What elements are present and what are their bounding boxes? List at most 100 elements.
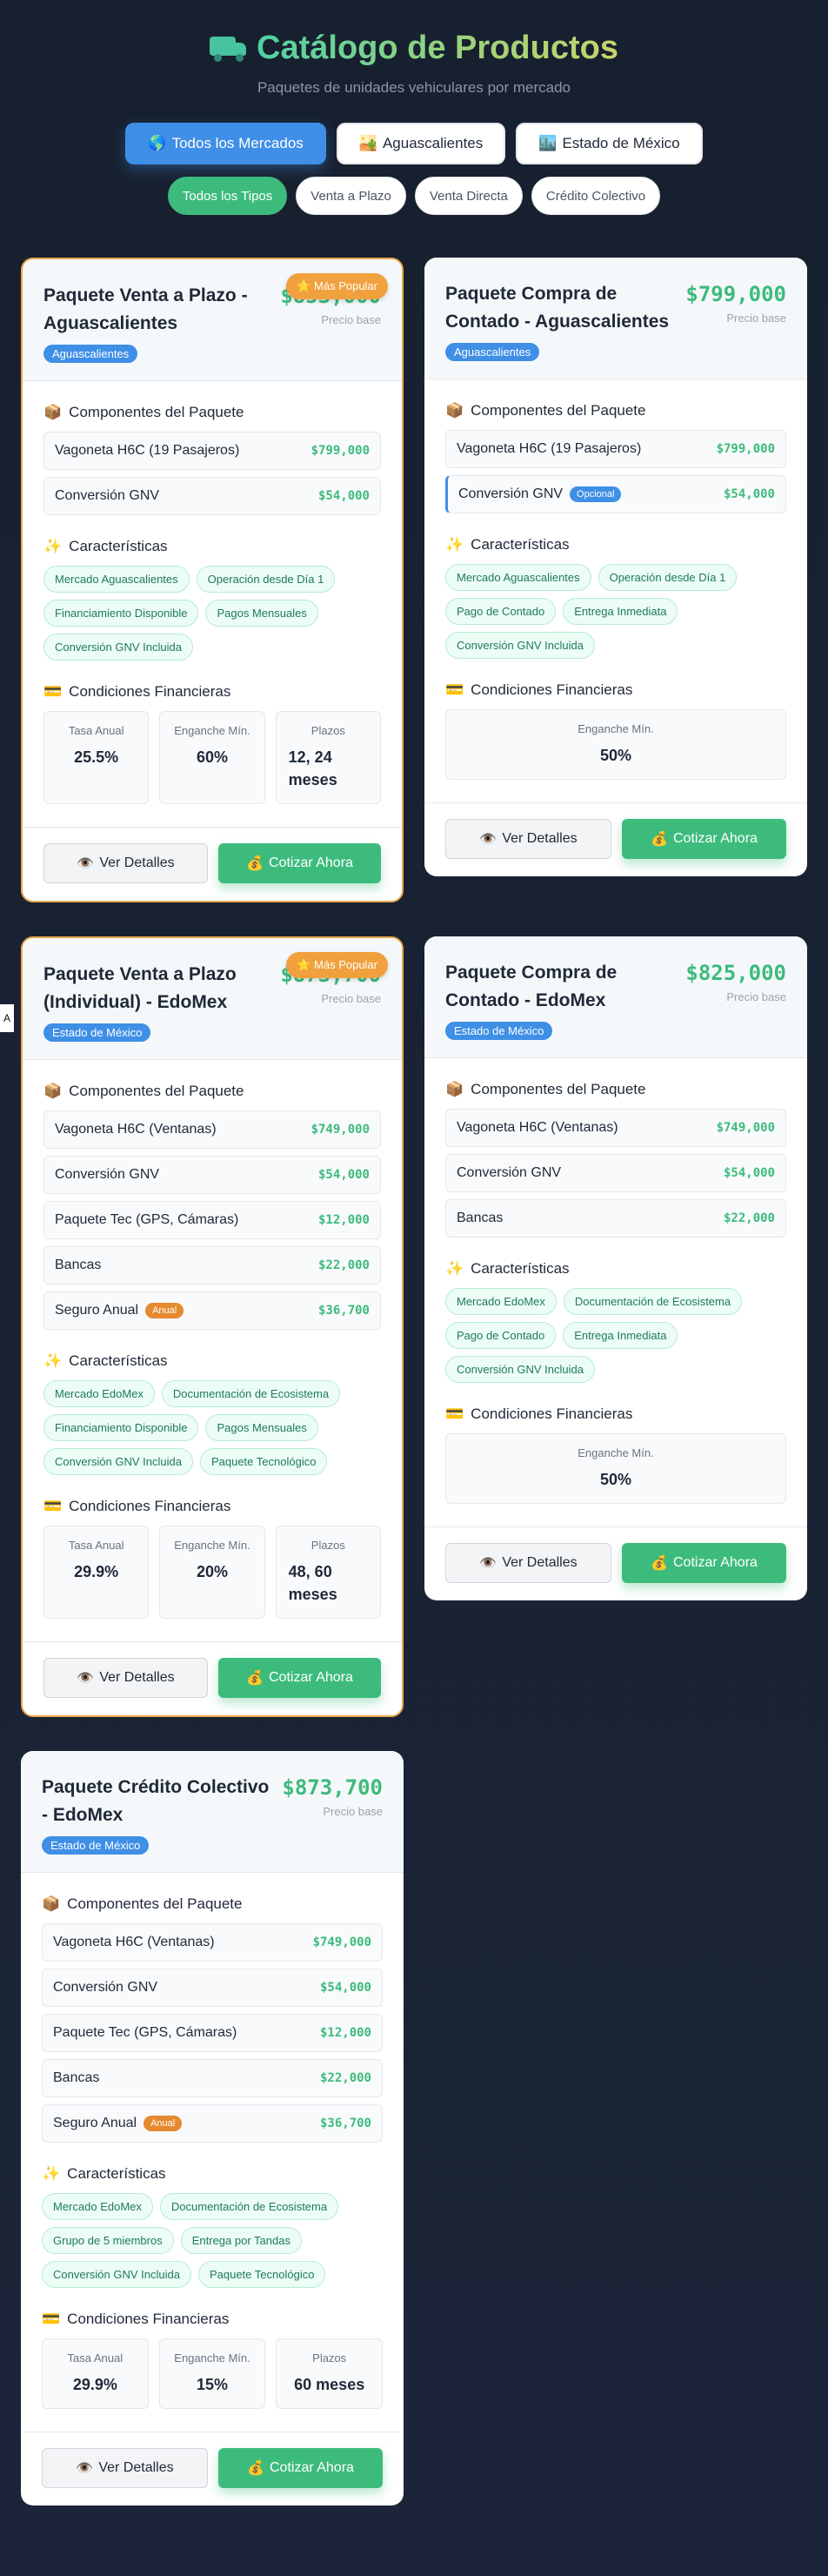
financial-heading: 💳 Condiciones Financieras — [43, 1498, 231, 1514]
fin-tasa: Tasa Anual 29.9% — [43, 1526, 150, 1619]
feature-chip: Pago de Contado — [445, 1322, 557, 1349]
component-row: Vagoneta H6C (Ventanas) $749,000 — [42, 1923, 383, 1962]
credit-card-icon: 💳 — [42, 2311, 61, 2327]
money-bag-icon: 💰 — [651, 832, 668, 847]
page-subtitle: Paquetes de unidades vehiculares por mer… — [257, 79, 571, 96]
fin-tasa: Tasa Anual 25.5% — [43, 711, 150, 804]
feature-chip: Operación desde Día 1 — [598, 564, 738, 591]
optional-tag: Opcional — [570, 486, 622, 502]
quote-button[interactable]: 💰 Cotizar Ahora — [218, 843, 381, 883]
credit-card-icon: 💳 — [445, 1405, 464, 1422]
component-row: Vagoneta H6C (Ventanas) $749,000 — [43, 1110, 381, 1149]
product-card: ⭐ Más Popular Paquete Venta a Plazo (Ind… — [21, 936, 404, 1717]
component-row: Bancas $22,000 — [42, 2059, 383, 2097]
components-heading: 📦 Componentes del Paquete — [43, 404, 244, 420]
feature-chip: Conversión GNV Incluida — [43, 1448, 193, 1475]
money-bag-icon: 💰 — [246, 1671, 264, 1686]
quote-button[interactable]: 💰 Cotizar Ahora — [218, 2448, 383, 2488]
feature-chip: Mercado EdoMex — [42, 2193, 153, 2220]
feature-chips: Mercado Aguascalientes Operación desde D… — [43, 566, 381, 661]
component-row: Conversión GNV Opcional $54,000 — [445, 475, 786, 513]
market-badge: Estado de México — [445, 1022, 553, 1040]
features-heading: ✨ Características — [43, 1352, 168, 1369]
components-heading: 📦 Componentes del Paquete — [445, 1081, 646, 1097]
features-heading: ✨ Características — [445, 1260, 570, 1277]
money-bag-icon: 💰 — [246, 856, 264, 871]
filter-aguascalientes-button[interactable]: 🏜️ Aguascalientes — [336, 123, 506, 164]
card-title: Paquete Venta a Plazo (Individual) - Edo… — [43, 964, 237, 1012]
credit-card-icon: 💳 — [43, 683, 63, 700]
price-note: Precio base — [323, 1805, 383, 1818]
feature-chip: Entrega Inmediata — [563, 598, 678, 625]
card-title: Paquete Crédito Colectivo - EdoMex — [42, 1777, 270, 1825]
package-icon: 📦 — [43, 404, 63, 420]
feature-chips: Mercado Aguascalientes Operación desde D… — [445, 564, 786, 659]
component-row: Seguro Anual Anual $36,700 — [43, 1291, 381, 1330]
quote-button[interactable]: 💰 Cotizar Ahora — [622, 819, 786, 859]
annual-tag: Anual — [145, 1303, 184, 1318]
view-details-button[interactable]: 👁️ Ver Detalles — [43, 843, 208, 883]
view-details-button[interactable]: 👁️ Ver Detalles — [445, 1543, 611, 1583]
feature-chip: Conversión GNV Incluida — [445, 1356, 595, 1383]
popular-badge: ⭐ Más Popular — [286, 273, 388, 299]
feature-chip: Mercado EdoMex — [445, 1288, 557, 1315]
fin-enganche: Enganche Mín. 60% — [159, 711, 265, 804]
sparkles-icon: ✨ — [42, 2165, 61, 2182]
card-title: Paquete Compra de Contado - EdoMex — [445, 963, 618, 1010]
fin-plazos: Plazos 48, 60 meses — [275, 1526, 381, 1619]
fin-enganche: Enganche Mín. 20% — [159, 1526, 265, 1619]
component-row: Vagoneta H6C (19 Pasajeros) $799,000 — [43, 432, 381, 470]
product-card: Paquete Crédito Colectivo - EdoMex $873,… — [21, 1751, 404, 2506]
package-icon: 📦 — [445, 402, 464, 419]
feature-chip: Documentación de Ecosistema — [161, 1380, 341, 1407]
quote-button[interactable]: 💰 Cotizar Ahora — [218, 1658, 381, 1698]
fin-plazos: Plazos 12, 24 meses — [275, 711, 381, 804]
package-icon: 📦 — [42, 1895, 61, 1912]
eye-icon: 👁️ — [77, 856, 95, 871]
money-bag-icon: 💰 — [247, 2461, 264, 2476]
sparkles-icon: ✨ — [445, 536, 464, 553]
credit-card-icon: 💳 — [445, 681, 464, 698]
feature-chip: Grupo de 5 miembros — [42, 2227, 174, 2254]
financial-heading: 💳 Condiciones Financieras — [445, 681, 633, 698]
type-venta-plazo-button[interactable]: Venta a Plazo — [296, 177, 406, 215]
component-row: Bancas $22,000 — [43, 1246, 381, 1285]
product-card: Paquete Compra de Contado - Aguascalient… — [424, 258, 807, 876]
product-card: Paquete Compra de Contado - EdoMex $825,… — [424, 936, 807, 1600]
type-all-button[interactable]: Todos los Tipos — [167, 177, 288, 215]
eye-icon: 👁️ — [76, 2461, 94, 2476]
card-title: Paquete Venta a Plazo - Aguascalientes — [43, 285, 248, 333]
feature-chip: Operación desde Día 1 — [196, 566, 336, 593]
price-note: Precio base — [321, 992, 381, 1005]
components-heading: 📦 Componentes del Paquete — [445, 402, 646, 419]
price-note: Precio base — [321, 313, 381, 326]
sparkles-icon: ✨ — [445, 1260, 464, 1277]
feature-chip: Entrega Inmediata — [563, 1322, 678, 1349]
components-heading: 📦 Componentes del Paquete — [43, 1083, 244, 1099]
feature-chip: Mercado Aguascalientes — [445, 564, 591, 591]
market-filters: 🌎 Todos los Mercados 🏜️ Aguascalientes 🏙… — [0, 123, 828, 164]
feature-chip: Entrega por Tandas — [180, 2227, 302, 2254]
globe-icon: 🌎 — [148, 135, 167, 151]
feature-chip: Conversión GNV Incluida — [43, 634, 193, 661]
filter-all-markets-button[interactable]: 🌎 Todos los Mercados — [125, 123, 326, 164]
package-icon: 📦 — [445, 1081, 464, 1097]
quote-button[interactable]: 💰 Cotizar Ahora — [622, 1543, 786, 1583]
credit-card-icon: 💳 — [43, 1498, 63, 1514]
product-card: ⭐ Más Popular Paquete Venta a Plazo - Ag… — [21, 258, 404, 902]
features-heading: ✨ Características — [445, 536, 570, 553]
edge-tab[interactable]: A — [0, 1004, 14, 1032]
feature-chips: Mercado EdoMex Documentación de Ecosiste… — [445, 1288, 786, 1383]
view-details-button[interactable]: 👁️ Ver Detalles — [43, 1658, 208, 1698]
sparkles-icon: ✨ — [43, 538, 63, 554]
view-details-button[interactable]: 👁️ Ver Detalles — [445, 819, 611, 859]
feature-chip: Documentación de Ecosistema — [159, 2193, 339, 2220]
view-details-button[interactable]: 👁️ Ver Detalles — [42, 2448, 208, 2488]
component-row: Conversión GNV $54,000 — [42, 1969, 383, 2007]
sparkles-icon: ✨ — [43, 1352, 63, 1369]
type-venta-directa-button[interactable]: Venta Directa — [414, 177, 523, 215]
type-credito-colectivo-button[interactable]: Crédito Colectivo — [531, 177, 661, 215]
feature-chip: Financiamiento Disponible — [43, 1414, 199, 1441]
feature-chip: Financiamiento Disponible — [43, 600, 199, 627]
filter-edomex-button[interactable]: 🏙️ Estado de México — [516, 123, 703, 164]
